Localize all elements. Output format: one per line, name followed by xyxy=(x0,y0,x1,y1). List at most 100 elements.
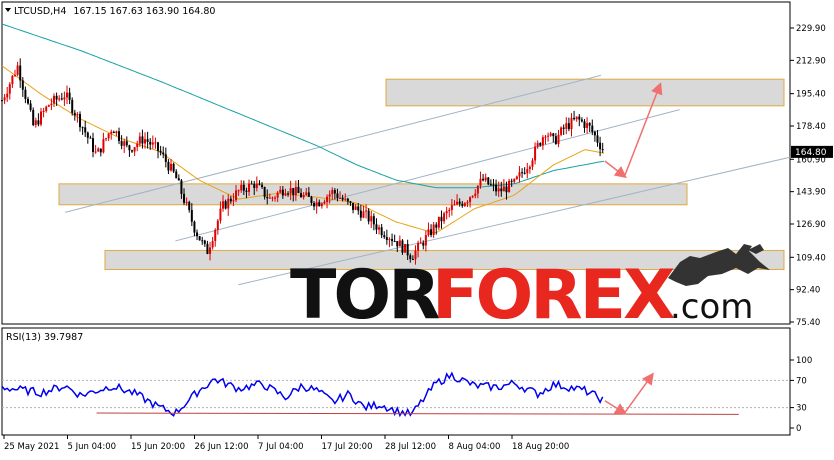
candle-body xyxy=(133,147,136,152)
candle-body xyxy=(242,184,245,191)
candle-body xyxy=(370,216,373,222)
candle-body xyxy=(209,247,212,254)
candle-body xyxy=(216,220,219,230)
candle-body xyxy=(42,110,45,112)
time-tick-label: 7 Jul 04:00 xyxy=(258,442,304,452)
candle-body xyxy=(547,135,550,137)
candle-body xyxy=(487,177,490,185)
candle-body xyxy=(510,180,513,182)
candle-body xyxy=(84,127,87,133)
price-tick-label: 212.90 xyxy=(796,56,826,66)
candle-body xyxy=(136,143,139,148)
candle-body xyxy=(534,146,537,161)
candle-body xyxy=(144,139,147,144)
candle-body xyxy=(170,163,173,171)
candle-body xyxy=(593,131,596,136)
price-tick-label: 195.40 xyxy=(796,90,826,100)
candle-body xyxy=(339,197,342,199)
candle-body xyxy=(232,200,235,202)
candle-body xyxy=(440,216,443,222)
candle-body xyxy=(336,193,339,199)
candle-body xyxy=(138,136,141,144)
candle-body xyxy=(596,135,599,143)
candle-body xyxy=(60,98,63,100)
candle-body xyxy=(484,177,487,181)
candle-body xyxy=(219,208,222,221)
candle-body xyxy=(81,127,84,129)
candle-body xyxy=(162,152,165,155)
price-tick-label: 126.90 xyxy=(796,220,826,230)
candle-body xyxy=(554,136,557,144)
candle-body xyxy=(211,241,214,248)
candle-body xyxy=(237,190,240,192)
candle-body xyxy=(466,202,469,204)
price-tick-label: 75.40 xyxy=(796,318,820,328)
candle-body xyxy=(258,183,261,185)
candle-body xyxy=(53,95,56,104)
candle-body xyxy=(541,137,544,146)
candle-body xyxy=(281,189,284,196)
candle-body xyxy=(68,92,71,100)
logo-forex: FOREX xyxy=(432,256,675,335)
price-tick-label: 143.90 xyxy=(796,188,826,198)
candle-body xyxy=(27,98,30,104)
candle-body xyxy=(443,213,446,222)
candle-body xyxy=(71,99,74,113)
candle-body xyxy=(341,197,344,200)
candle-body xyxy=(513,178,516,182)
candle-body xyxy=(362,211,365,218)
candle-body xyxy=(131,150,134,152)
candle-body xyxy=(315,202,318,207)
candle-body xyxy=(149,141,152,145)
candle-body xyxy=(521,172,524,174)
candle-body xyxy=(19,65,22,81)
candle-body xyxy=(157,142,160,151)
candle-body xyxy=(557,134,560,144)
candle-body xyxy=(8,84,11,94)
candle-body xyxy=(406,243,409,256)
candle-body xyxy=(448,209,451,212)
candle-body xyxy=(518,172,521,177)
candle-body xyxy=(276,192,279,198)
candle-body xyxy=(24,89,27,99)
time-tick-label: 15 Jun 20:00 xyxy=(131,442,185,452)
candle-body xyxy=(188,202,191,210)
candle-body xyxy=(588,123,591,126)
candle-body xyxy=(37,120,40,125)
candle-body xyxy=(222,201,225,209)
candle-body xyxy=(55,95,58,100)
candle-body xyxy=(40,111,43,125)
candle-body xyxy=(305,192,308,195)
candle-body xyxy=(253,183,256,189)
candle-body xyxy=(388,239,391,241)
candle-body xyxy=(271,197,274,199)
time-tick-label: 25 May 2021 xyxy=(4,442,59,452)
candle-body xyxy=(567,123,570,130)
candle-body xyxy=(432,224,435,236)
candle-body xyxy=(203,240,206,244)
candle-body xyxy=(505,186,508,193)
candle-body xyxy=(430,229,433,236)
candle-body xyxy=(94,151,97,153)
rsi-tick-label: 30 xyxy=(796,404,807,414)
candle-body xyxy=(565,123,568,129)
candle-body xyxy=(235,190,238,201)
candle-body xyxy=(185,202,188,204)
candle-body xyxy=(380,227,383,236)
candle-body xyxy=(474,193,477,196)
candle-body xyxy=(294,186,297,196)
candle-body xyxy=(110,131,113,134)
logo-tor: TOR xyxy=(290,256,439,335)
candle-body xyxy=(437,216,440,228)
candle-body xyxy=(292,188,295,196)
candle-body xyxy=(378,227,381,230)
time-tick-label: 18 Aug 20:00 xyxy=(512,442,569,452)
time-tick-label: 5 Jun 04:00 xyxy=(68,442,117,452)
current-price-label: 164.80 xyxy=(795,148,827,158)
candle-body xyxy=(367,210,370,222)
candle-body xyxy=(1,100,3,102)
candle-body xyxy=(482,178,485,181)
candle-body xyxy=(297,186,300,194)
candle-body xyxy=(528,166,531,170)
candle-body xyxy=(310,196,313,204)
